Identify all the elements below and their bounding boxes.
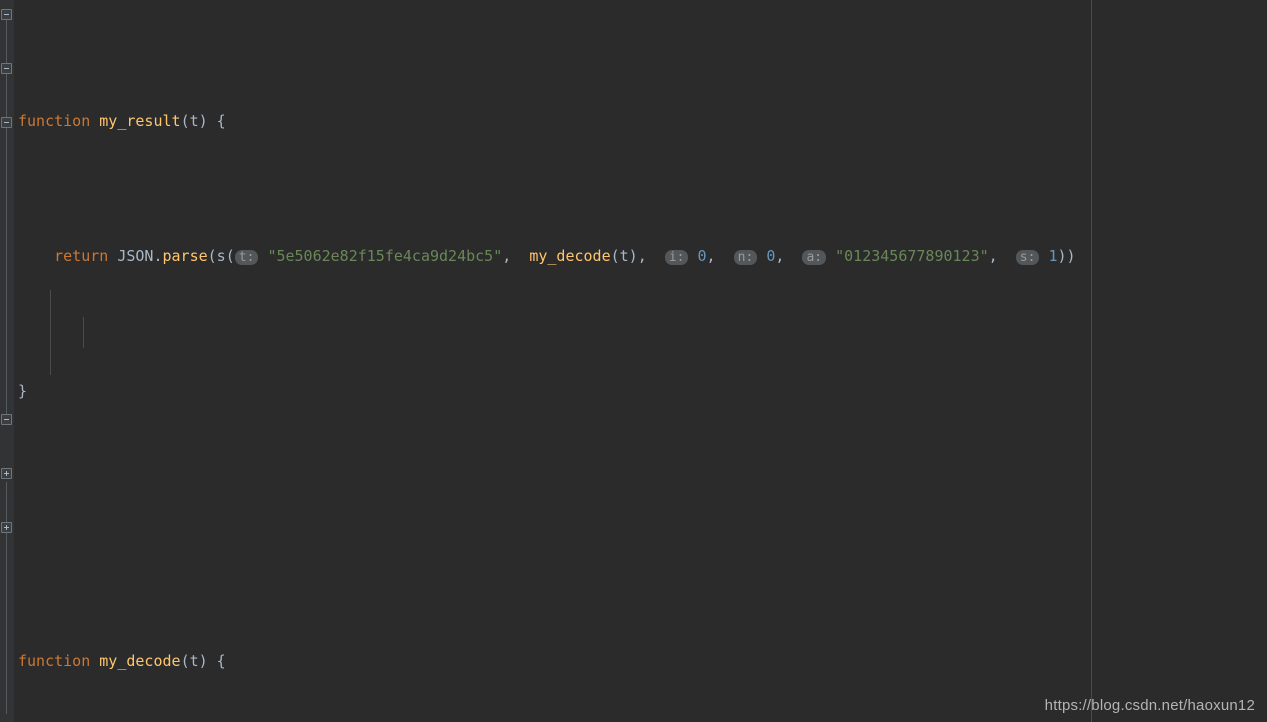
comma: ,: [775, 247, 794, 265]
inlay-hint-i[interactable]: i:: [664, 250, 689, 265]
arg-value-t: "5e5062e82f15fe4ca9d24bc5": [267, 247, 503, 265]
close-parens: )): [1057, 247, 1076, 265]
code-line[interactable]: }: [0, 378, 1267, 405]
function-name-my-decode: my_decode: [99, 652, 181, 670]
code-line[interactable]: return JSON.parse(s(t: "5e5062e82f15fe4c…: [0, 243, 1267, 270]
code-line-blank[interactable]: [0, 513, 1267, 540]
keyword-function: function: [18, 652, 91, 670]
arg-value-i: 0: [697, 247, 707, 265]
json-object: JSON: [117, 247, 154, 265]
arg-value-n: 0: [766, 247, 776, 265]
code-content[interactable]: function my_result(t) { return JSON.pars…: [0, 0, 1267, 722]
parse-method: parse: [162, 247, 208, 265]
code-line[interactable]: function my_result(t) {: [0, 108, 1267, 135]
inlay-hint-a[interactable]: a:: [802, 250, 827, 265]
arg-value-a: "012345677890123": [835, 247, 989, 265]
call-my-decode: my_decode: [529, 247, 611, 265]
inlay-hint-s[interactable]: s:: [1015, 250, 1040, 265]
call-s: (s(: [207, 247, 235, 265]
code-line[interactable]: function my_decode(t) {: [0, 648, 1267, 675]
code-editor[interactable]: function my_result(t) { return JSON.pars…: [0, 0, 1267, 722]
function-name-my-result: my_result: [99, 112, 181, 130]
inlay-hint-n[interactable]: n:: [733, 250, 758, 265]
close-brace: }: [18, 382, 28, 400]
comma: ,: [502, 247, 521, 265]
params: (t): [180, 652, 208, 670]
keyword-return: return: [54, 247, 109, 265]
params: (t): [180, 112, 208, 130]
keyword-function: function: [18, 112, 91, 130]
open-brace: {: [207, 112, 226, 130]
watermark: https://blog.csdn.net/haoxun12: [1044, 697, 1255, 714]
open-brace: {: [207, 652, 226, 670]
comma: ,: [706, 247, 725, 265]
comma: ,: [637, 247, 656, 265]
decode-args: (t): [610, 247, 638, 265]
inlay-hint-t[interactable]: t:: [234, 250, 259, 265]
comma: ,: [988, 247, 1007, 265]
